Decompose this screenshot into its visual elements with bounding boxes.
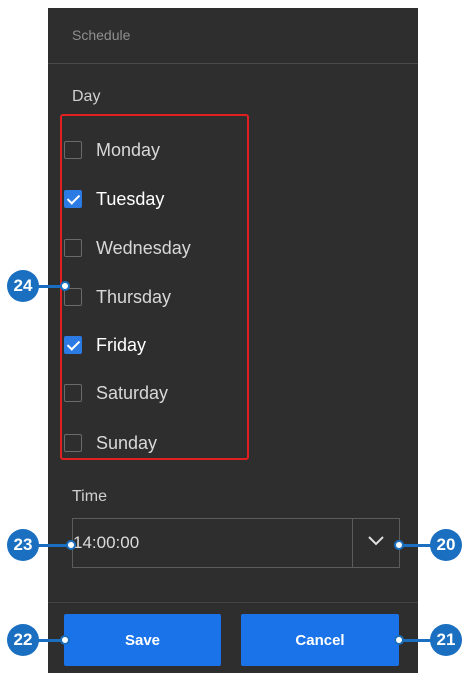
checkbox[interactable] — [64, 384, 82, 402]
checkbox[interactable] — [64, 336, 82, 354]
day-option-label: Sunday — [96, 432, 158, 453]
time-label: Time — [72, 488, 107, 505]
callout-badge-time-value: 23 — [7, 529, 39, 561]
panel-title: Schedule — [72, 27, 131, 43]
cancel-button[interactable]: Cancel — [241, 614, 399, 666]
day-option-sunday[interactable]: Sunday — [64, 427, 157, 459]
schedule-panel: Schedule Day Monday Tuesday Wednesday Th… — [48, 8, 418, 673]
day-option-wednesday[interactable]: Wednesday — [64, 232, 191, 264]
footer-divider — [48, 602, 418, 603]
time-select[interactable]: 14:00:00 — [72, 518, 400, 568]
checkbox[interactable] — [64, 434, 82, 452]
day-option-saturday[interactable]: Saturday — [64, 377, 168, 409]
day-option-monday[interactable]: Monday — [64, 134, 160, 166]
panel-header: Schedule — [48, 8, 418, 64]
day-option-tuesday[interactable]: Tuesday — [64, 183, 164, 215]
day-label: Day — [72, 88, 101, 105]
callout-dot-save — [60, 635, 70, 645]
checkbox[interactable] — [64, 141, 82, 159]
checkbox[interactable] — [64, 190, 82, 208]
day-option-friday[interactable]: Friday — [64, 329, 146, 361]
callout-dot-time-value — [66, 540, 76, 550]
day-option-thursday[interactable]: Thursday — [64, 281, 171, 313]
callout-leader-time-dropdown — [400, 544, 432, 547]
time-value[interactable]: 14:00:00 — [73, 533, 139, 553]
day-option-label: Friday — [96, 334, 147, 355]
callout-badge-cancel: 21 — [430, 624, 462, 656]
checkbox[interactable] — [64, 239, 82, 257]
day-option-label: Thursday — [96, 286, 172, 307]
day-option-label: Monday — [96, 139, 161, 160]
day-option-label: Saturday — [96, 382, 169, 403]
callout-dot-time-dropdown — [394, 540, 404, 550]
save-button[interactable]: Save — [64, 614, 221, 666]
callout-badge-days: 24 — [7, 270, 39, 302]
day-option-label: Tuesday — [96, 188, 165, 209]
callout-badge-save: 22 — [7, 624, 39, 656]
callout-dot-days — [60, 281, 70, 291]
callout-badge-time-dropdown: 20 — [430, 529, 462, 561]
chevron-down-icon — [368, 536, 384, 546]
day-option-label: Wednesday — [96, 237, 191, 258]
callout-dot-cancel — [394, 635, 404, 645]
time-dropdown-button[interactable] — [352, 518, 399, 568]
